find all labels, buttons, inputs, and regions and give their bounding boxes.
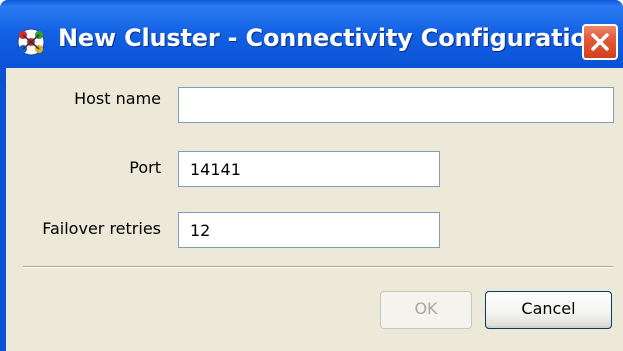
dialog-body: Host name Port Failover retries OK Cance… [6, 68, 623, 351]
window-title: New Cluster - Connectivity Configuration [58, 24, 604, 52]
failover-retries-input[interactable] [178, 212, 440, 248]
host-name-label: Host name [74, 89, 161, 108]
failover-retries-label: Failover retries [42, 219, 161, 238]
dialog-window: New Cluster - Connectivity Configuration… [0, 0, 623, 351]
cluster-app-icon [16, 27, 46, 57]
ok-button[interactable]: OK [380, 291, 472, 329]
separator [23, 266, 613, 268]
port-input[interactable] [178, 151, 440, 187]
close-icon [591, 33, 609, 51]
port-label: Port [129, 158, 161, 177]
close-button[interactable] [582, 24, 618, 60]
cancel-button[interactable]: Cancel [485, 291, 612, 329]
host-name-input[interactable] [178, 87, 614, 123]
